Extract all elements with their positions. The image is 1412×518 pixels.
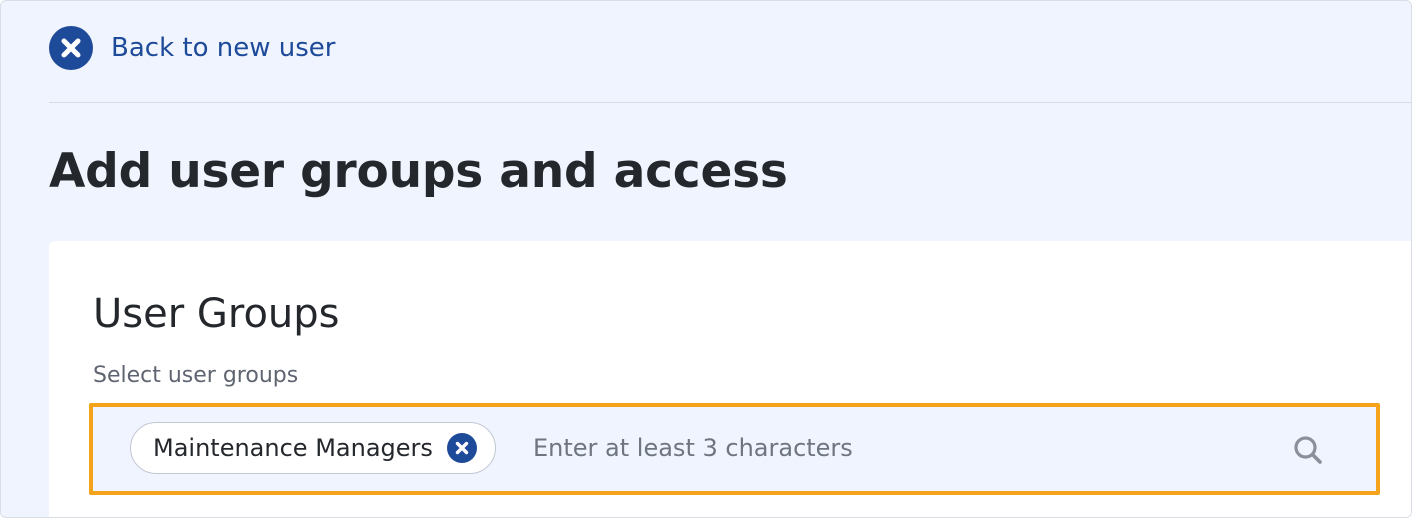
user-groups-multiselect[interactable]: Maintenance Managers — [89, 403, 1380, 495]
selected-group-chip-label: Maintenance Managers — [153, 434, 433, 462]
section-title: User Groups — [93, 291, 340, 337]
selected-group-chip: Maintenance Managers — [130, 422, 496, 474]
header-divider — [49, 102, 1411, 103]
back-to-new-user-link[interactable]: Back to new user — [49, 26, 335, 70]
back-link-label: Back to new user — [111, 33, 336, 63]
search-icon[interactable] — [1292, 434, 1324, 466]
user-groups-field-label: Select user groups — [93, 363, 299, 388]
user-groups-card: User Groups Select user groups Maintenan… — [49, 241, 1411, 517]
user-groups-search-input[interactable] — [533, 427, 1253, 469]
page-title: Add user groups and access — [49, 144, 788, 199]
page-frame: Back to new user Add user groups and acc… — [0, 0, 1412, 518]
remove-group-icon[interactable] — [446, 433, 477, 463]
close-circle-icon — [49, 26, 93, 70]
